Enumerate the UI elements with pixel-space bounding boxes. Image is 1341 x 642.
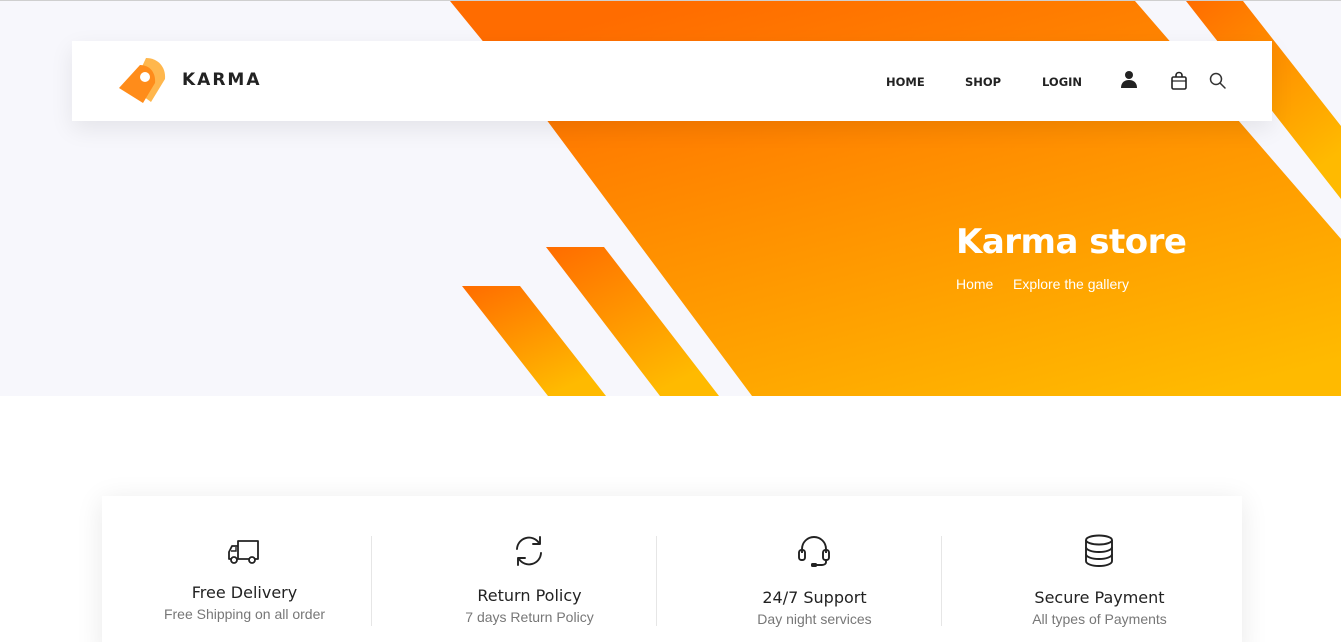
- feature-title: 24/7 Support: [762, 588, 867, 607]
- breadcrumb-home-link[interactable]: Home: [956, 276, 993, 292]
- feature-title: Free Delivery: [191, 583, 298, 602]
- nav-shop-link[interactable]: SHOP: [965, 75, 1001, 89]
- refresh-icon: [516, 536, 542, 566]
- breadcrumb-current: Explore the gallery: [1013, 276, 1129, 292]
- nav-login-link[interactable]: LOGIN: [1042, 75, 1082, 89]
- user-icon[interactable]: [1119, 69, 1139, 89]
- feature-secure-payment: Secure Payment All types of Payments: [957, 496, 1242, 642]
- feature-free-delivery: Free Delivery Free Shipping on all order: [102, 496, 387, 642]
- page: Karma store Home Explore the gallery KAR…: [0, 0, 1341, 642]
- feature-support: 24/7 Support Day night services: [672, 496, 957, 642]
- features-bar: Free Delivery Free Shipping on all order…: [102, 496, 1242, 642]
- search-icon[interactable]: [1208, 71, 1228, 91]
- feature-subtitle: Free Shipping on all order: [163, 606, 326, 622]
- feature-divider: [941, 536, 942, 626]
- site-header: KARMA HOME SHOP LOGIN: [72, 41, 1272, 121]
- feature-divider: [371, 536, 372, 626]
- feature-subtitle: 7 days Return Policy: [465, 609, 594, 625]
- coins-icon: [1085, 534, 1113, 567]
- feature-title: Return Policy: [477, 586, 582, 605]
- cart-icon[interactable]: [1169, 71, 1189, 91]
- feature-divider: [656, 536, 657, 626]
- hero-title: Karma store: [956, 222, 1187, 262]
- nav-home-link[interactable]: HOME: [886, 75, 925, 89]
- feature-subtitle: Day night services: [757, 611, 872, 627]
- headset-icon: [798, 536, 830, 567]
- truck-icon: [228, 540, 259, 564]
- feature-return-policy: Return Policy 7 days Return Policy: [387, 496, 672, 642]
- feature-subtitle: All types of Payments: [1032, 611, 1167, 627]
- brand-name[interactable]: KARMA: [182, 70, 262, 90]
- feature-title: Secure Payment: [1034, 588, 1165, 607]
- logo-icon[interactable]: [116, 55, 170, 109]
